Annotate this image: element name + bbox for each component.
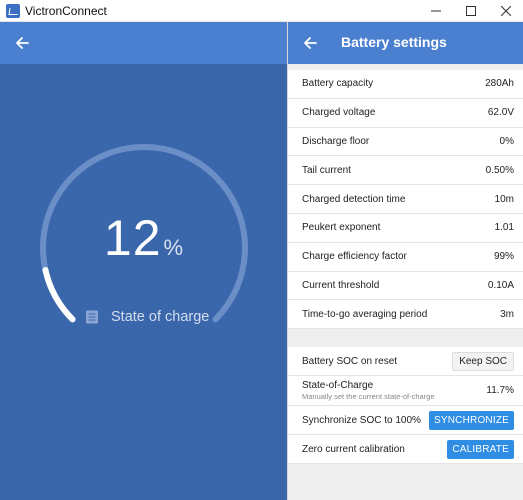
- setting-value: 280Ah: [485, 78, 514, 90]
- setting-label: Battery capacity: [302, 78, 374, 90]
- setting-value: 10m: [494, 193, 514, 205]
- setting-value: 62.0V: [487, 107, 514, 119]
- setting-value: 1.01: [494, 222, 514, 234]
- actions-list: Battery SOC on reset Keep SOC State-of-C…: [288, 347, 523, 464]
- synchronize-label: Synchronize SOC to 100%: [302, 414, 421, 426]
- state-of-charge-text: State-of-Charge Manually set the current…: [302, 380, 435, 401]
- page-title: Battery settings: [341, 34, 447, 50]
- window-titlebar: VictronConnect: [0, 0, 523, 22]
- soc-label-row: State of charge: [85, 309, 209, 325]
- setting-row-time-to-go-averaging-period[interactable]: Time-to-go averaging period 3m: [288, 300, 523, 330]
- setting-value: 99%: [493, 251, 514, 263]
- minimize-icon[interactable]: [418, 0, 453, 22]
- soc-on-reset-label: Battery SOC on reset: [302, 355, 398, 367]
- setting-row-discharge-floor[interactable]: Discharge floor 0%: [288, 128, 523, 157]
- arrow-left-icon[interactable]: [10, 31, 34, 55]
- setting-label: Tail current: [302, 164, 351, 176]
- setting-label: Peukert exponent: [302, 222, 381, 234]
- maximize-icon[interactable]: [453, 0, 488, 22]
- setting-row-charged-voltage[interactable]: Charged voltage 62.0V: [288, 99, 523, 128]
- zero-calibration-row: Zero current calibration CALIBRATE: [288, 435, 523, 464]
- arrow-left-icon[interactable]: [298, 31, 322, 55]
- setting-value: 0.10A: [487, 279, 514, 291]
- setting-label: Time-to-go averaging period: [302, 308, 428, 320]
- setting-value: 0.50%: [485, 164, 514, 176]
- right-header: Battery settings: [288, 22, 523, 64]
- setting-row-current-threshold[interactable]: Current threshold 0.10A: [288, 272, 523, 301]
- soc-number: 12: [103, 210, 162, 266]
- setting-row-tail-current[interactable]: Tail current 0.50%: [288, 156, 523, 186]
- state-of-charge-row[interactable]: State-of-Charge Manually set the current…: [288, 376, 523, 406]
- victron-app-icon: [6, 3, 20, 18]
- soc-unit: %: [163, 235, 184, 260]
- keep-soc-button[interactable]: Keep SOC: [452, 351, 514, 371]
- calibrate-button[interactable]: CALIBRATE: [447, 439, 514, 459]
- close-icon[interactable]: [488, 0, 523, 22]
- setting-label: Charged detection time: [302, 193, 406, 205]
- setting-label: Current threshold: [302, 279, 380, 291]
- soc-gauge-fill: [42, 267, 76, 323]
- left-header: [0, 22, 287, 64]
- zero-calibration-label: Zero current calibration: [302, 443, 405, 455]
- setting-label: Charge efficiency factor: [302, 251, 407, 263]
- state-of-charge-value: 11.7%: [486, 385, 514, 396]
- state-of-charge-panel: 12% State of charge: [0, 22, 287, 500]
- window-title: VictronConnect: [25, 3, 107, 18]
- setting-value: 3m: [500, 308, 514, 320]
- setting-label: Charged voltage: [302, 107, 376, 119]
- state-of-charge-sublabel: Manually set the current state-of-charge: [302, 392, 435, 401]
- soc-on-reset-row: Battery SOC on reset Keep SOC: [288, 347, 523, 376]
- setting-row-peukert-exponent[interactable]: Peukert exponent 1.01: [288, 214, 523, 243]
- setting-row-battery-capacity[interactable]: Battery capacity 280Ah: [288, 70, 523, 99]
- synchronize-row: Synchronize SOC to 100% SYNCHRONIZE: [288, 406, 523, 435]
- soc-label: State of charge: [111, 309, 210, 325]
- battery-list-icon: [86, 310, 98, 324]
- setting-row-charge-efficiency-factor[interactable]: Charge efficiency factor 99%: [288, 243, 523, 272]
- setting-value: 0%: [499, 135, 514, 147]
- setting-label: Discharge floor: [302, 135, 370, 147]
- synchronize-button[interactable]: SYNCHRONIZE: [429, 410, 514, 430]
- setting-row-charged-detection-time[interactable]: Charged detection time 10m: [288, 185, 523, 214]
- battery-settings-panel: Battery settings Battery capacity 280Ah …: [287, 22, 523, 500]
- soc-value: 12%: [0, 209, 287, 267]
- settings-list: Battery capacity 280Ah Charged voltage 6…: [288, 70, 523, 330]
- window-controls: [418, 0, 523, 22]
- state-of-charge-label: State-of-Charge: [302, 380, 374, 391]
